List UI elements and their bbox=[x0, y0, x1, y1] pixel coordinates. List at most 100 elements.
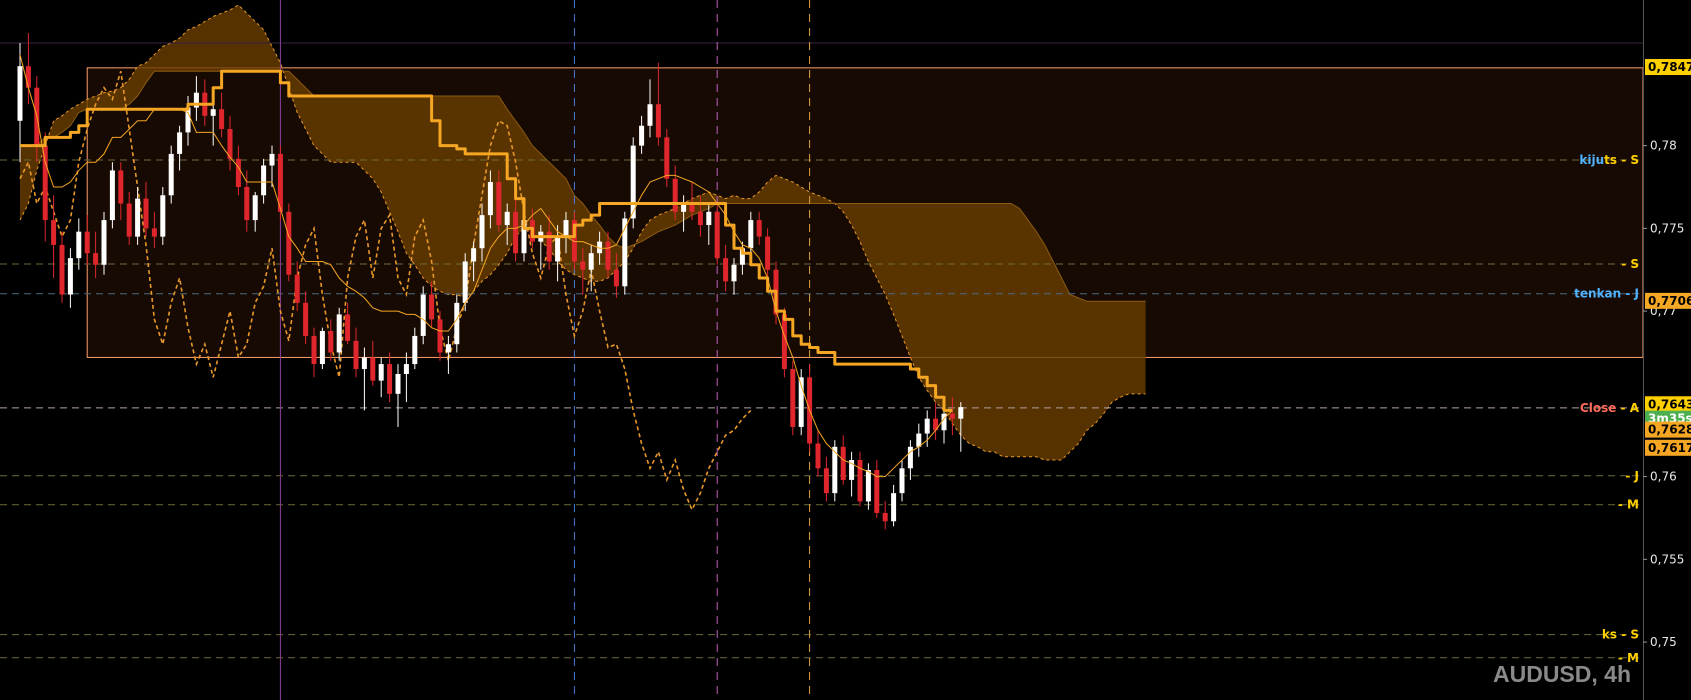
level-label: - J bbox=[1625, 469, 1639, 483]
price-flag-label: 0,76437 bbox=[1648, 397, 1691, 411]
candle-body bbox=[765, 236, 771, 270]
candle-body bbox=[151, 228, 157, 237]
candle-body bbox=[823, 468, 829, 494]
candle-body bbox=[756, 220, 762, 237]
candle-body bbox=[387, 364, 393, 394]
price-flag-label: 0,77062 bbox=[1648, 294, 1691, 308]
y-tick-label: 0,755 bbox=[1650, 552, 1684, 566]
candle-body bbox=[311, 335, 317, 365]
level-label: tenkan - J bbox=[1574, 287, 1639, 301]
candle-body bbox=[714, 211, 720, 259]
symbol-label: AUDUSD, 4h bbox=[1492, 661, 1631, 687]
candle-body bbox=[361, 357, 367, 370]
candle-body bbox=[93, 253, 99, 265]
candle-body bbox=[563, 220, 569, 237]
candle-body bbox=[958, 407, 964, 419]
candle-body bbox=[244, 186, 250, 221]
candle-body bbox=[235, 158, 241, 187]
candle-body bbox=[294, 274, 300, 303]
level-label: ks - S bbox=[1602, 628, 1639, 642]
candle-body bbox=[655, 104, 661, 138]
level-label: kijuts - S bbox=[1579, 153, 1639, 167]
candle-body bbox=[143, 198, 149, 229]
candle-body bbox=[437, 319, 443, 353]
candle-body bbox=[462, 261, 468, 303]
candle-body bbox=[672, 178, 678, 212]
candle-body bbox=[109, 170, 115, 221]
candle-body bbox=[101, 220, 107, 265]
candle-body bbox=[479, 215, 485, 249]
price-flag-label: 0,78475 bbox=[1648, 60, 1691, 74]
candle-body bbox=[219, 109, 225, 130]
candle-body bbox=[471, 248, 477, 262]
candle-body bbox=[17, 66, 23, 121]
candle-body bbox=[588, 253, 594, 270]
candle-body bbox=[135, 198, 141, 237]
candle-body bbox=[454, 302, 460, 345]
candle-body bbox=[882, 513, 888, 522]
candle-body bbox=[42, 145, 48, 221]
candle-body bbox=[891, 493, 897, 522]
candle-body bbox=[731, 264, 737, 282]
level-label: Close - A bbox=[1580, 401, 1640, 415]
candle-body bbox=[496, 182, 502, 226]
candle-body bbox=[353, 340, 359, 370]
candle-body bbox=[126, 203, 132, 237]
candle-body bbox=[706, 211, 712, 226]
candle-body bbox=[924, 418, 930, 434]
candle-body bbox=[370, 357, 376, 381]
candle-body bbox=[605, 241, 611, 270]
candle-body bbox=[639, 125, 645, 146]
candle-body bbox=[303, 302, 309, 336]
candle-body bbox=[345, 314, 351, 341]
candle-body bbox=[51, 220, 57, 245]
candle-body bbox=[252, 195, 258, 221]
candle-body bbox=[67, 258, 73, 295]
candle-body bbox=[429, 294, 435, 320]
candle-body bbox=[25, 66, 31, 88]
y-tick-label: 0,78 bbox=[1650, 139, 1677, 153]
candle-body bbox=[613, 269, 619, 287]
candle-body bbox=[160, 195, 166, 237]
candle-body bbox=[513, 211, 519, 254]
candle-body bbox=[59, 244, 65, 295]
candle-body bbox=[286, 211, 292, 275]
candle-body bbox=[857, 460, 863, 502]
candle-body bbox=[177, 132, 183, 154]
candle-body bbox=[84, 231, 90, 254]
level-label: - S bbox=[1621, 257, 1639, 271]
candle-body bbox=[580, 261, 586, 270]
candle-body bbox=[815, 443, 821, 469]
candle-body bbox=[865, 469, 871, 502]
candle-body bbox=[261, 165, 267, 196]
candle-body bbox=[378, 364, 384, 381]
candle-body bbox=[504, 211, 510, 226]
candle-body bbox=[941, 413, 947, 431]
candle-body bbox=[664, 137, 670, 179]
candle-body bbox=[210, 109, 216, 116]
candle-body bbox=[723, 258, 729, 282]
candle-body bbox=[118, 170, 124, 204]
candle-body bbox=[403, 364, 409, 374]
candle-body bbox=[555, 236, 561, 262]
candle-body bbox=[76, 231, 82, 259]
level-label: - M bbox=[1618, 498, 1639, 512]
price-flag-label: 0,76174 bbox=[1648, 441, 1691, 455]
candle-body bbox=[445, 344, 451, 353]
candle-body bbox=[899, 468, 905, 494]
candle-body bbox=[697, 211, 703, 226]
y-tick-label: 0,76 bbox=[1650, 470, 1677, 484]
price-flag-label: 0,76284 bbox=[1648, 423, 1691, 437]
chart-canvas[interactable]: 0,780,7750,770,760,7550,750,784750,77062… bbox=[0, 0, 1691, 700]
candle-body bbox=[420, 294, 426, 336]
candle-body bbox=[748, 220, 754, 249]
candle-body bbox=[647, 104, 653, 126]
candle-body bbox=[907, 446, 913, 469]
candle-body bbox=[168, 153, 174, 196]
y-tick-label: 0,75 bbox=[1650, 635, 1677, 649]
candle-body bbox=[336, 314, 342, 353]
candle-body bbox=[487, 182, 493, 216]
candle-body bbox=[790, 369, 796, 427]
ichimoku-chart[interactable]: 0,780,7750,770,760,7550,750,784750,77062… bbox=[0, 0, 1691, 700]
price-axis-panel bbox=[1643, 0, 1691, 700]
